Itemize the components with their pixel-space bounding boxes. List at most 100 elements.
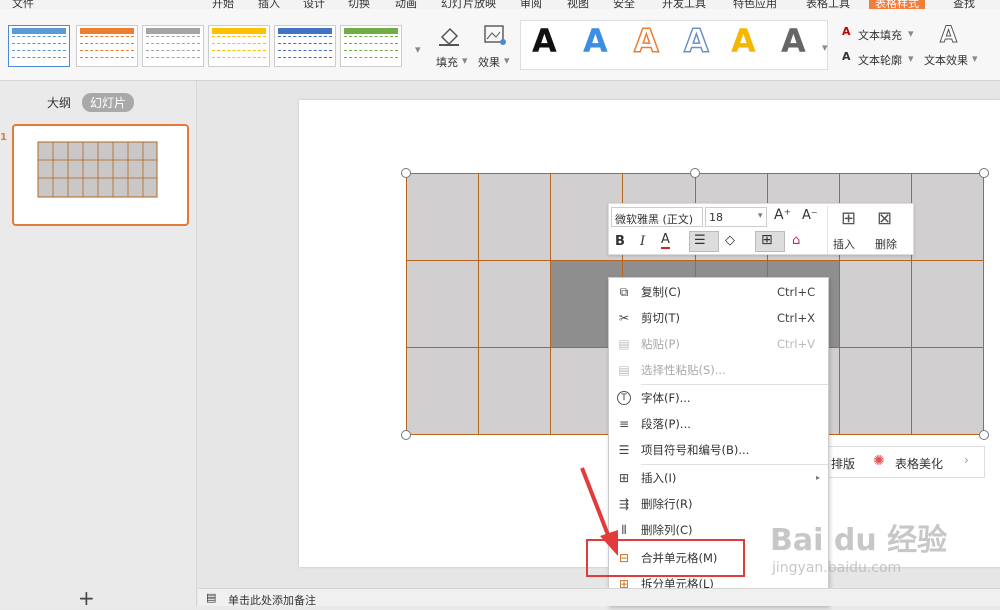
italic-button[interactable]: I bbox=[640, 234, 645, 249]
text-fill-button[interactable]: 文本填充 bbox=[858, 27, 902, 43]
menu-insert[interactable]: 插入 bbox=[258, 0, 280, 9]
menu-table-style-tab[interactable]: 表格样式 bbox=[869, 0, 925, 9]
table-cell[interactable] bbox=[478, 260, 552, 348]
table-style-orange[interactable] bbox=[76, 25, 138, 67]
wordart-black[interactable]: A bbox=[532, 21, 557, 61]
tab-slides[interactable]: 幻灯片 bbox=[82, 93, 135, 112]
table-cell[interactable] bbox=[478, 347, 552, 435]
chevron-down-icon: ▾ bbox=[758, 211, 763, 221]
menu-special[interactable]: 特色应用 bbox=[733, 0, 777, 9]
table-style-yellow[interactable] bbox=[208, 25, 270, 67]
shading-fill-icon[interactable]: ◇ bbox=[725, 233, 735, 248]
beautify-button[interactable]: 表格美化 bbox=[895, 455, 943, 472]
menu-home[interactable]: 开始 bbox=[212, 0, 234, 9]
fill-bucket-icon[interactable] bbox=[436, 23, 464, 49]
menu-item-delete-row[interactable]: ⇶ 删除行(R) bbox=[609, 491, 828, 517]
menu-item-label: 复制(C) bbox=[641, 285, 682, 299]
wordart-blue[interactable]: A bbox=[583, 21, 608, 61]
table-cell[interactable] bbox=[838, 260, 912, 348]
wordart-scroll-icon[interactable]: ▾ bbox=[822, 41, 828, 54]
menu-item-font[interactable]: T 字体(F)... bbox=[609, 385, 828, 411]
table-cell[interactable] bbox=[405, 260, 480, 348]
fill-dropdown-icon: ▾ bbox=[462, 54, 468, 67]
wordart-yellow[interactable]: A bbox=[731, 21, 756, 61]
decrease-font-icon[interactable]: A⁻ bbox=[802, 208, 818, 223]
delete-table-icon[interactable]: ⊠ bbox=[877, 208, 892, 229]
wordart-blue-outline[interactable]: A bbox=[683, 21, 709, 61]
eraser-icon[interactable]: ⌂ bbox=[792, 233, 800, 248]
beautify-bar: 排版 ✺ 表格美化 › bbox=[820, 446, 985, 478]
insert-button[interactable]: 插入 bbox=[833, 236, 855, 252]
borders-button[interactable]: ⊞ bbox=[755, 231, 785, 252]
resize-handle-top[interactable] bbox=[690, 168, 700, 178]
slide-number: 1 bbox=[0, 132, 7, 143]
text-outline-button[interactable]: 文本轮廓 bbox=[858, 52, 902, 68]
menu-developer[interactable]: 开发工具 bbox=[662, 0, 706, 9]
chevron-right-icon[interactable]: › bbox=[964, 453, 969, 467]
wordart-gray[interactable]: A bbox=[781, 21, 806, 61]
table-cell[interactable] bbox=[478, 173, 552, 261]
menu-item-paragraph[interactable]: ≡ 段落(P)... bbox=[609, 411, 828, 437]
menu-item-bullets[interactable]: ☰ 项目符号和编号(B)... bbox=[609, 437, 828, 463]
tab-outline[interactable]: 大纲 bbox=[47, 94, 71, 111]
effect-button[interactable]: 效果 bbox=[478, 54, 500, 70]
text-effect-icon[interactable]: A bbox=[939, 23, 957, 49]
resize-handle-bottom-left[interactable] bbox=[401, 430, 411, 440]
menu-table-tools[interactable]: 表格工具 bbox=[806, 0, 850, 9]
text-outline-icon[interactable]: A bbox=[842, 50, 851, 63]
table-cell[interactable] bbox=[405, 173, 480, 261]
table-style-blue[interactable] bbox=[8, 25, 70, 67]
table-style-green[interactable] bbox=[340, 25, 402, 67]
table-cell[interactable] bbox=[838, 347, 912, 435]
menu-search[interactable]: 查找 bbox=[953, 0, 975, 9]
font-color-icon[interactable]: A bbox=[661, 233, 670, 249]
menu-security[interactable]: 安全 bbox=[613, 0, 635, 9]
resize-handle-top-right[interactable] bbox=[979, 168, 989, 178]
layout-button[interactable]: 排版 bbox=[831, 455, 855, 472]
font-size-select[interactable]: 18 ▾ bbox=[705, 207, 767, 227]
menu-item-paste[interactable]: ▤ 粘贴(P) Ctrl+V bbox=[609, 331, 828, 357]
font-family-select[interactable]: 微软雅黑 (正文) bbox=[611, 207, 703, 227]
menu-item-label: 插入(I) bbox=[641, 471, 677, 485]
menu-bar: 文件 开始 插入 设计 切换 动画 幻灯片放映 审阅 视图 安全 开发工具 特色… bbox=[0, 0, 1000, 9]
bold-button[interactable]: B bbox=[615, 234, 625, 249]
align-button[interactable]: ☰ bbox=[689, 231, 719, 252]
font-size-value: 18 bbox=[709, 211, 723, 224]
menu-item-cut[interactable]: ✂ 剪切(T) Ctrl+X bbox=[609, 305, 828, 331]
menu-file[interactable]: 文件 bbox=[12, 0, 34, 9]
increase-font-icon[interactable]: A⁺ bbox=[774, 207, 791, 223]
menu-slideshow[interactable]: 幻灯片放映 bbox=[441, 0, 496, 9]
resize-handle-top-left[interactable] bbox=[401, 168, 411, 178]
menu-design[interactable]: 设计 bbox=[303, 0, 325, 9]
menu-view[interactable]: 视图 bbox=[567, 0, 589, 9]
table-style-gray[interactable] bbox=[142, 25, 204, 67]
insert-table-icon[interactable]: ⊞ bbox=[841, 208, 856, 229]
table-style-darkblue[interactable] bbox=[274, 25, 336, 67]
menu-review[interactable]: 审阅 bbox=[520, 0, 542, 9]
paste-special-icon: ▤ bbox=[618, 363, 630, 377]
fill-button[interactable]: 填充 bbox=[436, 54, 458, 70]
table-cell[interactable] bbox=[910, 260, 985, 348]
table-cell[interactable] bbox=[910, 347, 985, 435]
styles-scroll-icon[interactable]: ▾ bbox=[415, 43, 421, 56]
effect-icon[interactable] bbox=[482, 23, 508, 49]
text-effect-button[interactable]: 文本效果 bbox=[924, 52, 968, 68]
thumbnail-table bbox=[37, 141, 158, 198]
delete-button[interactable]: 删除 bbox=[875, 236, 897, 252]
menu-item-shortcut: Ctrl+X bbox=[777, 311, 815, 325]
menu-item-shortcut: Ctrl+V bbox=[777, 337, 815, 351]
add-slide-button[interactable]: + bbox=[78, 586, 95, 610]
slide-thumbnail[interactable] bbox=[12, 124, 189, 226]
wordart-orange-outline[interactable]: A bbox=[633, 21, 659, 61]
status-bar: ▤ 单击此处添加备注 bbox=[198, 588, 1000, 607]
menu-item-copy[interactable]: ⧉ 复制(C) Ctrl+C bbox=[609, 279, 828, 305]
menu-animation[interactable]: 动画 bbox=[395, 0, 417, 9]
resize-handle-bottom-right[interactable] bbox=[979, 430, 989, 440]
table-cell[interactable] bbox=[910, 173, 985, 261]
menu-item-shortcut: Ctrl+C bbox=[777, 285, 816, 299]
menu-item-insert[interactable]: ⊞ 插入(I) ▸ bbox=[609, 465, 828, 491]
menu-transition[interactable]: 切换 bbox=[348, 0, 370, 9]
menu-item-paste-special[interactable]: ▤ 选择性粘贴(S)... bbox=[609, 357, 828, 383]
text-fill-icon[interactable]: A bbox=[842, 25, 851, 38]
table-cell[interactable] bbox=[405, 347, 480, 435]
